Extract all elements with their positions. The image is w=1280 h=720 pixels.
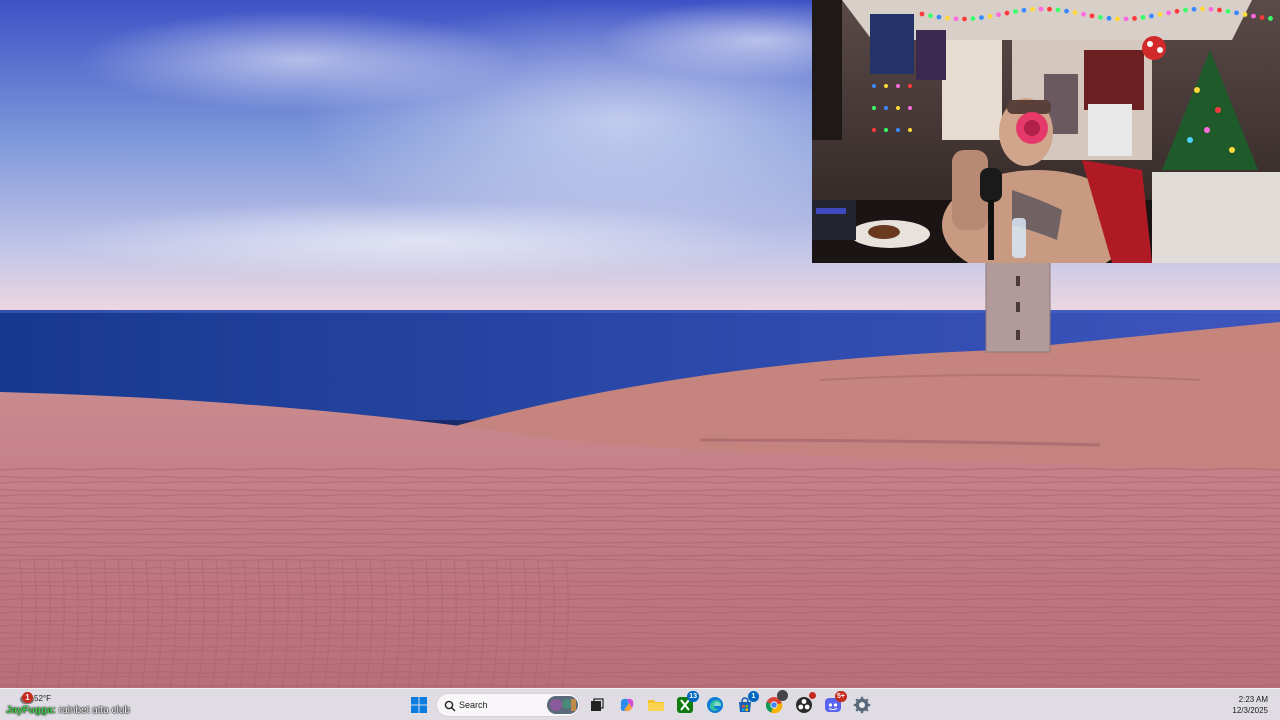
start-button[interactable] [407,693,431,717]
chat-username: JayFugga: [6,705,57,716]
task-view-icon [591,698,604,711]
stream-chat-message: JayFugga: rainbet atta club [6,705,130,716]
search-icon [444,700,456,712]
store-notification-badge: 1 [748,691,759,702]
taskbar: 1 52°F JayFugga: rainbet atta club Searc… [0,688,1280,720]
taskbar-search[interactable] [436,693,580,717]
windows-logo-icon [411,697,427,713]
obs-button[interactable] [792,692,816,717]
settings-button[interactable] [850,693,874,717]
search-highlight-image [547,696,578,714]
discord-notification-badge: 5+ [835,691,847,702]
xbox-button[interactable]: 13 [673,691,699,717]
folder-icon [648,700,664,711]
task-view-button[interactable] [585,693,609,717]
chrome-button[interactable] [762,690,788,717]
search-input[interactable] [459,697,539,713]
weather-temperature: 52°F [34,694,51,703]
edge-icon [707,697,723,713]
store-button[interactable]: 1 [733,691,759,717]
streamer-webcam-overlay [812,0,1280,263]
obs-live-dot [809,692,816,699]
chat-text: rainbet atta club [58,705,130,716]
weather-widget[interactable]: 1 52°F JayFugga: rainbet atta club [6,691,166,719]
xbox-notification-badge: 13 [687,691,699,702]
chrome-profile-dot [777,690,788,701]
gear-icon [853,696,871,714]
copilot-icon [620,698,634,712]
clock-time: 2:23 AM [1238,695,1268,704]
discord-button[interactable]: 5+ [821,691,847,717]
clock-date: 12/3/2025 [1232,706,1268,715]
system-clock[interactable]: 2:23 AM 12/3/2025 [1232,694,1268,716]
file-explorer-button[interactable] [644,693,668,717]
weather-alert-badge: 1 [22,692,33,703]
copilot-button[interactable] [615,693,639,717]
edge-button[interactable] [703,693,727,717]
